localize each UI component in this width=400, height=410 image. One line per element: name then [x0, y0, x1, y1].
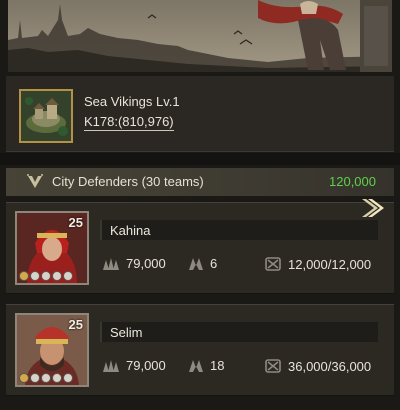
city-name: Sea Vikings Lv.1 — [84, 94, 180, 109]
unit-count: 18 — [210, 358, 225, 373]
unit-icon — [189, 359, 203, 372]
troop-count: 79,000 — [126, 256, 166, 271]
hp-stat: 36,000/36,000 — [264, 358, 371, 374]
skill-slot — [30, 373, 40, 383]
hp-value: 12,000/12,000 — [288, 256, 372, 272]
city-defenders-header: City Defenders (30 teams) 120,000 — [6, 168, 394, 196]
hero-skill-slots — [19, 373, 73, 383]
skill-slot — [30, 271, 40, 281]
hp-stat: 12,000/12,000 — [264, 256, 371, 272]
skill-slot — [41, 271, 51, 281]
unit-stat: 6 — [188, 256, 217, 271]
hp-value: 36,000/36,000 — [288, 358, 372, 374]
skill-slot — [52, 373, 62, 383]
hero-level: 25 — [68, 215, 83, 230]
city-defenders-value: 120,000 — [329, 174, 376, 189]
hero-name: Selim — [110, 325, 143, 340]
shield-v-icon — [27, 174, 43, 188]
troop-count: 79,000 — [126, 358, 166, 373]
hero-portrait[interactable]: 25 — [15, 211, 89, 285]
camp-icon — [21, 91, 71, 141]
city-defenders-title: City Defenders (30 teams) — [52, 174, 204, 189]
unit-count: 6 — [210, 256, 218, 271]
banner-artwork — [8, 0, 392, 72]
skill-slot — [19, 373, 29, 383]
chevron-right-icon[interactable] — [360, 197, 386, 219]
skill-slot — [19, 271, 29, 281]
troop-icon — [103, 359, 119, 372]
unit-stat: 18 — [188, 358, 224, 373]
skill-slot — [63, 373, 73, 383]
hero-level: 25 — [68, 317, 83, 332]
skill-slot — [41, 373, 51, 383]
hero-name: Kahina — [110, 223, 151, 238]
skill-slot — [52, 271, 62, 281]
hero-skill-slots — [19, 271, 73, 281]
hero-name-bar: Kahina — [100, 220, 378, 240]
hero-name-bar: Selim — [100, 322, 378, 342]
unit-icon — [189, 257, 203, 270]
city-thumbnail[interactable] — [19, 89, 73, 143]
defender-team-card[interactable]: 25 Selim 79,000 18 36,000/36,000 — [6, 304, 394, 396]
troop-stat: 79,000 — [102, 358, 166, 373]
troop-stat: 79,000 — [102, 256, 166, 271]
hero-portrait[interactable]: 25 — [15, 313, 89, 387]
skill-slot — [63, 271, 73, 281]
troop-icon — [103, 257, 119, 270]
city-coordinates-link[interactable]: K178:(810,976) — [84, 114, 174, 131]
hp-icon — [265, 257, 281, 271]
hp-icon — [265, 359, 281, 373]
defender-team-card[interactable]: 25 Kahina 79,000 6 12,000/12,000 — [6, 199, 394, 294]
city-info-panel: Sea Vikings Lv.1 K178:(810,976) — [6, 76, 394, 152]
section-divider — [0, 153, 400, 165]
